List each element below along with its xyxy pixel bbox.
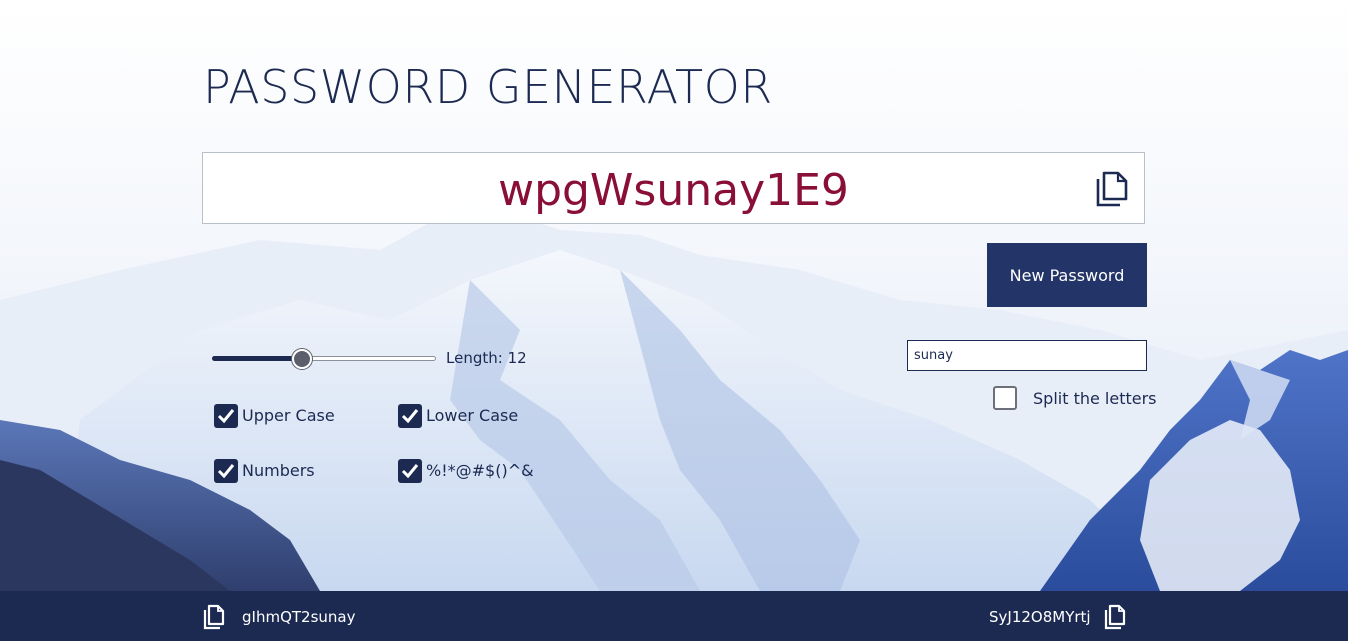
checkbox-checked[interactable] bbox=[214, 404, 238, 428]
upper-case-label: Upper Case bbox=[242, 406, 335, 425]
password-generator-page: PASSWORD GENERATOR wpgWsunay1E9 New Pass… bbox=[0, 0, 1348, 641]
page-title: PASSWORD GENERATOR bbox=[203, 60, 773, 114]
copy-icon[interactable] bbox=[202, 604, 226, 630]
history-password-right: SyJ12O8MYrtj bbox=[989, 608, 1091, 626]
history-password-left: gIhmQT2sunay bbox=[242, 608, 356, 626]
split-letters-checkbox[interactable] bbox=[993, 386, 1017, 410]
numbers-label: Numbers bbox=[242, 461, 315, 480]
symbols-label: %!*@#$()^& bbox=[426, 461, 534, 480]
length-slider[interactable] bbox=[212, 348, 436, 370]
checkbox-checked[interactable] bbox=[398, 459, 422, 483]
generated-password: wpgWsunay1E9 bbox=[498, 165, 849, 216]
slider-thumb[interactable] bbox=[292, 349, 312, 369]
custom-word-input[interactable] bbox=[907, 340, 1147, 371]
check-icon bbox=[217, 464, 235, 479]
length-label: Length: bbox=[446, 349, 503, 367]
length-readout: Length: 12 bbox=[446, 349, 527, 367]
split-letters-label: Split the letters bbox=[1033, 389, 1157, 408]
lower-case-label: Lower Case bbox=[426, 406, 519, 425]
check-icon bbox=[217, 409, 235, 424]
copy-icon[interactable] bbox=[1094, 170, 1130, 208]
password-output-box: wpgWsunay1E9 bbox=[202, 152, 1145, 224]
check-icon bbox=[401, 464, 419, 479]
check-icon bbox=[401, 409, 419, 424]
checkbox-checked[interactable] bbox=[214, 459, 238, 483]
new-password-button[interactable]: New Password bbox=[987, 243, 1147, 307]
checkbox-checked[interactable] bbox=[398, 404, 422, 428]
slider-fill bbox=[212, 356, 302, 361]
copy-icon[interactable] bbox=[1103, 604, 1127, 630]
length-value: 12 bbox=[507, 349, 527, 367]
history-footer: gIhmQT2sunay SyJ12O8MYrtj bbox=[0, 591, 1348, 641]
